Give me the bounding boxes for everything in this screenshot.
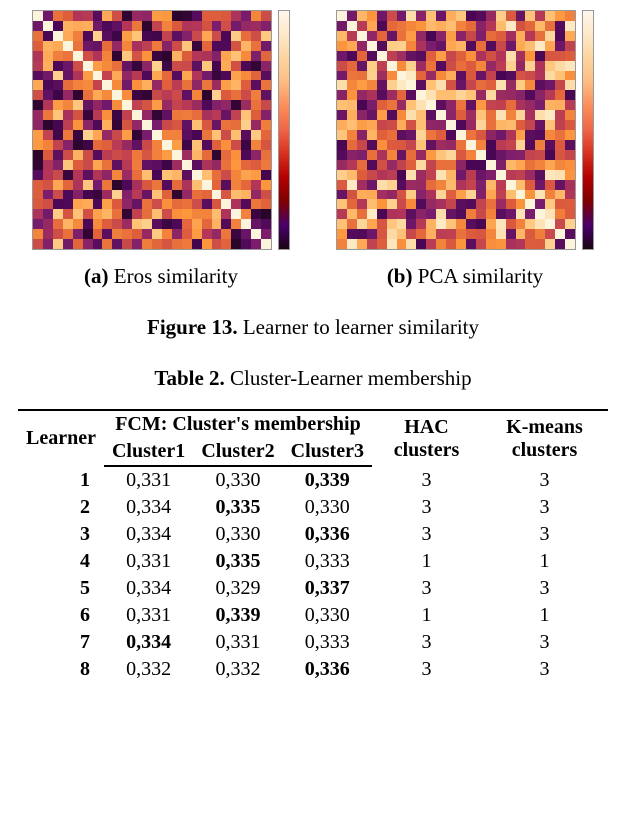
figure-caption-text: Learner to learner similarity xyxy=(238,315,479,339)
cell-value: 0,335 xyxy=(193,494,282,521)
cell-value: 0,334 xyxy=(104,494,193,521)
th-learner: Learner xyxy=(18,410,104,466)
cell-value: 3 xyxy=(372,656,481,683)
cell-value: 3 xyxy=(372,629,481,656)
cluster-table: Learner FCM: Cluster's membership HAC cl… xyxy=(18,409,608,683)
table-row: 80,3320,3320,33633 xyxy=(18,656,608,683)
cell-value: 0,331 xyxy=(193,629,282,656)
table-row: 20,3340,3350,33033 xyxy=(18,494,608,521)
figure-b: (b) PCA similarity xyxy=(322,10,608,289)
table-row: 40,3310,3350,33311 xyxy=(18,548,608,575)
figure-caption-label: Figure 13. xyxy=(147,315,238,339)
cell-value: 3 xyxy=(372,575,481,602)
figure-a: (a) Eros similarity xyxy=(18,10,304,289)
heatmap-a xyxy=(32,10,272,250)
cell-value: 0,339 xyxy=(193,602,282,629)
cell-value: 1 xyxy=(372,602,481,629)
cell-value: 0,335 xyxy=(193,548,282,575)
colorbar-a xyxy=(278,10,290,250)
table-row: 70,3340,3310,33333 xyxy=(18,629,608,656)
cell-learner: 8 xyxy=(18,656,104,683)
cell-learner: 7 xyxy=(18,629,104,656)
cell-learner: 5 xyxy=(18,575,104,602)
cell-learner: 2 xyxy=(18,494,104,521)
cell-value: 0,336 xyxy=(283,521,372,548)
cell-value: 0,330 xyxy=(193,521,282,548)
cell-value: 3 xyxy=(481,466,608,494)
table-row: 30,3340,3300,33633 xyxy=(18,521,608,548)
cell-value: 3 xyxy=(481,494,608,521)
cell-value: 0,331 xyxy=(104,548,193,575)
th-c3: Cluster3 xyxy=(283,438,372,466)
cell-value: 1 xyxy=(481,548,608,575)
cell-value: 3 xyxy=(372,521,481,548)
table-caption-text: Cluster-Learner membership xyxy=(225,366,472,390)
cell-learner: 1 xyxy=(18,466,104,494)
subcaption-a: (a) Eros similarity xyxy=(84,264,238,289)
cell-value: 0,331 xyxy=(104,602,193,629)
cell-value: 0,334 xyxy=(104,521,193,548)
th-km: K-means clusters xyxy=(481,410,608,466)
cell-value: 0,334 xyxy=(104,575,193,602)
th-hac: HAC clusters xyxy=(372,410,481,466)
cell-value: 3 xyxy=(372,466,481,494)
cell-value: 0,330 xyxy=(283,602,372,629)
page: (a) Eros similarity (b) PCA similarity F… xyxy=(0,0,626,703)
th-c2: Cluster2 xyxy=(193,438,282,466)
colorbar-b xyxy=(582,10,594,250)
cell-value: 0,333 xyxy=(283,629,372,656)
heatmap-b-wrap xyxy=(336,10,594,250)
subcaption-b-text: PCA similarity xyxy=(418,264,543,288)
cell-value: 0,332 xyxy=(193,656,282,683)
heatmap-b xyxy=(336,10,576,250)
cell-learner: 4 xyxy=(18,548,104,575)
subcaption-a-label: (a) xyxy=(84,264,109,288)
cell-value: 0,336 xyxy=(283,656,372,683)
th-fcm: FCM: Cluster's membership xyxy=(104,410,372,438)
cell-value: 3 xyxy=(481,575,608,602)
figure-caption: Figure 13. Learner to learner similarity xyxy=(18,315,608,340)
heatmap-a-wrap xyxy=(32,10,290,250)
table-row: 60,3310,3390,33011 xyxy=(18,602,608,629)
cell-value: 3 xyxy=(372,494,481,521)
cell-value: 0,330 xyxy=(193,466,282,494)
cell-value: 0,329 xyxy=(193,575,282,602)
subcaption-b-label: (b) xyxy=(387,264,413,288)
th-c1: Cluster1 xyxy=(104,438,193,466)
subcaption-a-text: Eros similarity xyxy=(114,264,238,288)
cell-value: 0,332 xyxy=(104,656,193,683)
figure-row: (a) Eros similarity (b) PCA similarity xyxy=(18,10,608,289)
table-caption-label: Table 2. xyxy=(154,366,224,390)
cell-value: 0,337 xyxy=(283,575,372,602)
cell-value: 3 xyxy=(481,629,608,656)
cell-value: 0,331 xyxy=(104,466,193,494)
subcaption-b: (b) PCA similarity xyxy=(387,264,543,289)
cell-value: 3 xyxy=(481,521,608,548)
cell-value: 3 xyxy=(481,656,608,683)
table-row: 50,3340,3290,33733 xyxy=(18,575,608,602)
cell-value: 0,334 xyxy=(104,629,193,656)
table-row: 10,3310,3300,33933 xyxy=(18,466,608,494)
cell-value: 0,333 xyxy=(283,548,372,575)
cell-learner: 3 xyxy=(18,521,104,548)
cell-value: 0,330 xyxy=(283,494,372,521)
table-body: 10,3310,3300,3393320,3340,3350,3303330,3… xyxy=(18,466,608,683)
cell-value: 0,339 xyxy=(283,466,372,494)
table-caption: Table 2. Cluster-Learner membership xyxy=(18,366,608,391)
cell-learner: 6 xyxy=(18,602,104,629)
cell-value: 1 xyxy=(372,548,481,575)
cell-value: 1 xyxy=(481,602,608,629)
